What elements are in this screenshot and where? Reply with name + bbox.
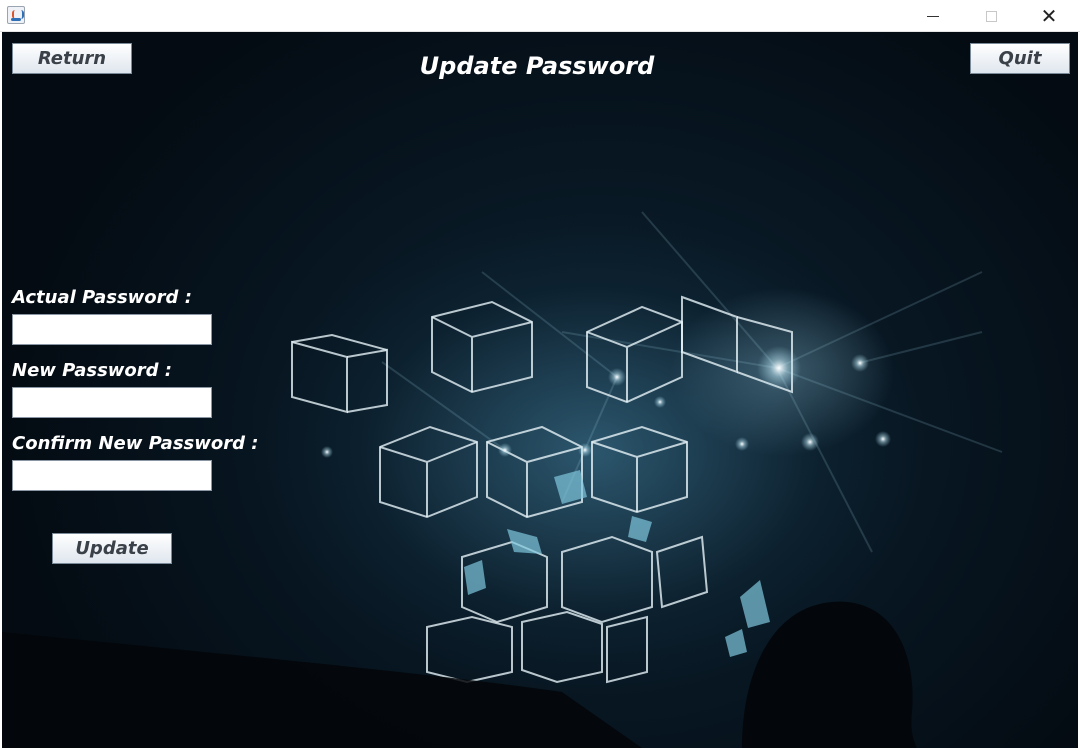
minimize-icon [927, 15, 939, 17]
minimize-button[interactable] [904, 0, 962, 32]
update-button[interactable]: Update [52, 533, 172, 564]
page-title: Update Password [419, 52, 655, 80]
quit-button[interactable]: Quit [970, 43, 1070, 74]
actual-password-field[interactable] [12, 314, 212, 345]
actual-password-label: Actual Password : [12, 287, 192, 308]
confirm-password-label: Confirm New Password : [12, 433, 259, 454]
maximize-icon [985, 10, 997, 22]
confirm-password-field[interactable] [12, 460, 212, 491]
new-password-label: New Password : [12, 360, 173, 381]
return-button[interactable]: Return [12, 43, 132, 74]
maximize-button[interactable] [962, 0, 1020, 32]
window-titlebar: ✕ [0, 0, 1080, 32]
java-app-icon [7, 6, 25, 24]
close-icon: ✕ [1040, 4, 1058, 28]
close-button[interactable]: ✕ [1020, 0, 1078, 32]
new-password-field[interactable] [12, 387, 212, 418]
content-panel: Return Quit Update Password Actual Passw… [2, 32, 1078, 748]
